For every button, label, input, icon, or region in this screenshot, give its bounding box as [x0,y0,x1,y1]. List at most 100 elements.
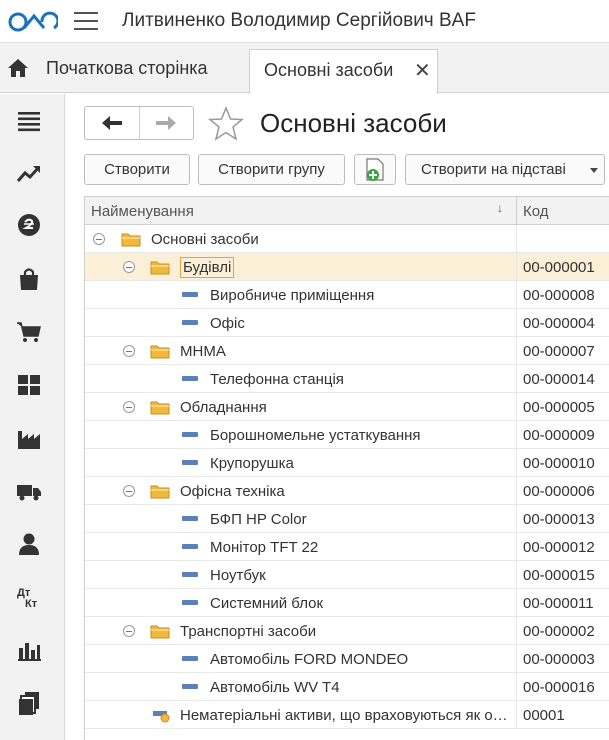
folder-icon [121,233,141,247]
item-marker-icon [182,656,198,661]
table-row[interactable]: Телефонна станція 00-000014 [85,365,609,393]
collapse-toggle-icon[interactable] [123,485,135,497]
table-row[interactable]: Обладнання 00-000005 [85,393,609,421]
table-header: Найменування ↓ Код [85,197,609,225]
tab-label: Основні засоби [264,60,394,80]
factory-icon[interactable] [16,425,42,451]
fixed-assets-table: Найменування ↓ Код Основні засоби Будівлі… [84,196,609,740]
person-icon[interactable] [16,531,42,557]
cell-divider [516,477,517,505]
row-code: 00-000004 [523,315,595,332]
collapse-toggle-icon[interactable] [123,345,135,357]
sidebar: Дт Кт [0,94,65,740]
table-row[interactable]: Нематеріальні активи, що враховуються як… [85,701,609,729]
grid-icon[interactable] [16,372,42,398]
create-on-basis-label: Створити на підставі [421,161,566,178]
table-row[interactable]: Офіс 00-000004 [85,309,609,337]
currency-icon[interactable] [16,212,42,238]
table-row[interactable]: Виробниче приміщення 00-000008 [85,281,609,309]
row-code: 00-000010 [523,455,595,472]
row-name: Обладнання [180,399,267,416]
debit-credit-icon[interactable]: Дт Кт [16,584,42,610]
row-name: Монітор TFT 22 [210,539,319,556]
documents-icon[interactable] [16,690,42,716]
row-name: Офіс [210,315,245,332]
table-row[interactable]: Ноутбук 00-000015 [85,561,609,589]
row-name: МНМА [180,343,226,360]
table-row[interactable]: Борошномельне устаткування 00-000009 [85,421,609,449]
collapse-toggle-icon[interactable] [93,233,105,245]
cart-icon[interactable] [16,319,42,345]
cell-divider [516,309,517,337]
row-code: 00-000016 [523,679,595,696]
table-row[interactable]: МНМА 00-000007 [85,337,609,365]
cell-divider [516,393,517,421]
close-tab-icon[interactable]: ✕ [414,58,431,83]
row-code: 00-000007 [523,343,595,360]
page-title: Основні засоби [260,108,447,138]
intangible-asset-icon [153,711,170,723]
home-icon[interactable] [6,57,30,79]
column-header-name[interactable]: Найменування [91,203,194,220]
trend-icon[interactable] [16,161,42,187]
row-code: 00-000009 [523,427,595,444]
cell-divider [516,421,517,449]
row-code: 00-000013 [523,511,595,528]
menu-icon[interactable] [16,108,42,134]
app-title: Литвиненко Володимир Сергійович BAF [122,10,476,31]
create-on-basis-button[interactable]: Створити на підставі [405,154,605,185]
table-row[interactable]: Офісна техніка 00-000006 [85,477,609,505]
navigation-buttons [84,106,194,140]
row-name: Основні засоби [151,231,259,248]
tab-fixed-assets[interactable]: Основні засоби ✕ [249,49,438,94]
table-row[interactable]: Системний блок 00-000011 [85,589,609,617]
row-name: Борошномельне устаткування [210,427,421,444]
table-row[interactable]: Основні засоби [85,225,609,253]
favorite-star-icon[interactable] [208,106,244,142]
back-button[interactable] [85,107,139,139]
item-marker-icon [182,320,198,325]
row-name: Системний блок [210,595,324,612]
table-row[interactable]: БФП HP Color 00-000013 [85,505,609,533]
tab-home[interactable]: Початкова сторінка [46,58,208,79]
table-row[interactable]: Монітор TFT 22 00-000012 [85,533,609,561]
column-divider[interactable] [516,197,517,225]
collapse-toggle-icon[interactable] [123,261,135,273]
create-button[interactable]: Створити [84,154,190,185]
bar-chart-icon[interactable] [16,637,42,663]
column-header-code[interactable]: Код [523,203,549,220]
row-code: 00-000002 [523,623,595,640]
cell-divider [516,225,517,253]
row-code: 00-000014 [523,371,595,388]
tabs-bar: Початкова сторінка Основні засоби ✕ [0,43,609,94]
forward-button[interactable] [138,107,193,139]
arrow-left-icon [101,116,122,130]
item-marker-icon [182,460,198,465]
row-name: Будівлі [180,257,235,278]
cell-divider [516,253,517,281]
table-row[interactable]: Крупорушка 00-000010 [85,449,609,477]
table-row[interactable]: Автомобіль WV T4 00-000016 [85,673,609,701]
table-row[interactable]: Транспортні засоби 00-000002 [85,617,609,645]
dropdown-caret-icon [590,168,598,173]
table-row[interactable]: Автомобіль FORD MONDEO 00-000003 [85,645,609,673]
sort-arrow-icon[interactable]: ↓ [497,201,503,215]
bag-icon[interactable] [16,266,42,292]
item-marker-icon [182,600,198,605]
row-name: Ноутбук [210,567,266,584]
app-logo-icon[interactable] [8,10,58,34]
create-group-button[interactable]: Створити групу [198,154,345,185]
table-row[interactable]: Будівлі 00-000001 [85,253,609,281]
row-code: 00-000008 [523,287,595,304]
truck-icon[interactable] [16,478,42,504]
row-code: 00-000011 [523,595,594,612]
collapse-toggle-icon[interactable] [123,625,135,637]
folder-icon [150,345,170,359]
cell-divider [516,673,517,701]
create-copy-button[interactable] [354,154,396,185]
cell-divider [516,337,517,365]
row-name: Офісна техніка [180,483,285,500]
collapse-toggle-icon[interactable] [123,401,135,413]
item-marker-icon [182,376,198,381]
main-menu-icon[interactable] [74,12,98,32]
